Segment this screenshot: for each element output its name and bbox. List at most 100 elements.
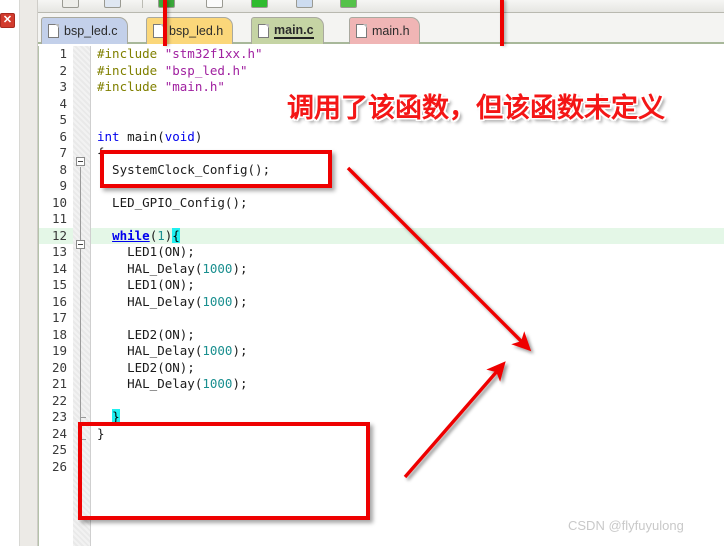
code-line-text: #include "main.h" [91,79,225,94]
blue-doc-icon[interactable] [296,0,313,8]
line-number: 11 [51,211,67,226]
code-line-text: HAL_Delay(1000); [91,343,247,358]
line-number: 21 [51,376,67,391]
line-number: 25 [51,442,67,457]
dropdown-icon[interactable] [62,0,79,8]
line-number: 12 [39,227,73,244]
code-line[interactable]: } [91,409,724,426]
code-token: "main.h" [164,79,225,94]
code-line-text: LED2(ON); [91,360,195,375]
tab-bsp_led-h[interactable]: bsp_led.h [146,17,234,44]
code-line-text: HAL_Delay(1000); [91,293,247,309]
code-line[interactable]: #include "main.h" [91,79,724,96]
editor-tab-bar[interactable]: bsp_led.c bsp_led.h main.c main.h [38,13,724,44]
code-editor[interactable]: 1 2 3 4 5 6 7 8 9 10 11 12 13 14 15 16 17 18 19 20 21 22 23 24 2… [38,46,724,546]
code-token: } [97,425,105,441]
code-line-text: } [91,409,120,424]
code-line[interactable] [91,442,724,459]
code-token: int [97,128,120,144]
code-line-text: #include "bsp_led.h" [91,63,248,78]
code-token: HAL_Delay( [97,293,203,309]
code-line[interactable]: #include "stm32f1xx.h" [91,46,724,63]
code-line-text: int main(void) [91,129,202,144]
tab-label: main.h [372,24,410,38]
code-line-text: while(1){ [91,227,180,243]
code-token: #include [97,79,165,94]
code-token: 1000 [202,343,233,358]
line-number: 17 [51,310,67,325]
code-token: 1000 [202,376,233,391]
line-number: 7 [59,145,67,160]
tab-bsp_led-c[interactable]: bsp_led.c [41,17,128,44]
code-token: 1 [157,227,165,243]
h-file-icon [153,24,164,38]
code-line[interactable] [91,112,724,129]
code-line[interactable]: HAL_Delay(1000); [91,294,724,311]
code-line-text: HAL_Delay(1000); [91,376,248,391]
code-line[interactable]: int main(void) [91,129,724,146]
line-number: 18 [51,326,67,342]
left-rail [0,0,20,546]
line-number: 4 [59,95,67,111]
line-number: 22 [51,392,67,408]
code-line[interactable]: LED1(ON); [91,244,724,261]
fold-range-end [80,439,86,440]
code-line[interactable]: { [91,145,724,162]
code-line[interactable]: HAL_Delay(1000); [91,376,724,393]
code-line[interactable] [91,178,724,195]
line-number: 8 [59,161,67,177]
code-token: { [172,227,180,243]
code-text-area[interactable]: #include "stm32f1xx.h" #include "bsp_led.… [91,46,724,546]
green-down-arrow-icon[interactable] [251,0,268,8]
fold-toggle-icon[interactable] [76,157,85,166]
code-line[interactable]: SystemClock_Config(); [91,162,724,179]
line-number: 20 [51,359,67,375]
code-token: ) [194,128,203,144]
tab-main-c[interactable]: main.c [251,17,324,44]
code-token: LED2(ON); [97,359,195,375]
code-folding-gutter[interactable] [73,46,91,546]
code-token: void [164,128,195,144]
line-number: 14 [51,260,67,276]
code-line-text: SystemClock_Config(); [91,162,270,177]
code-token: ); [232,376,248,391]
code-line[interactable]: LED1(ON); [91,277,724,294]
code-line[interactable] [91,96,724,113]
line-number: 16 [51,293,67,309]
window-icon[interactable] [158,0,175,8]
code-line[interactable]: while(1){ [91,227,724,244]
line-number: 10 [51,194,67,210]
code-line[interactable] [91,310,724,327]
code-token: LED_GPIO_Config(); [97,194,248,210]
code-line[interactable]: LED2(ON); [91,327,724,344]
code-line[interactable]: LED2(ON); [91,360,724,377]
line-number: 26 [51,458,67,474]
tab-label: main.c [274,23,314,39]
code-line-text: } [91,426,105,441]
close-icon[interactable]: ✕ [0,13,15,28]
build-icon[interactable] [340,0,357,8]
code-line[interactable] [91,393,724,410]
tab-main-h[interactable]: main.h [349,17,420,44]
tab-label: bsp_led.h [169,24,224,38]
code-line[interactable]: LED_GPIO_Config(); [91,195,724,212]
code-token: } [112,409,120,424]
code-line[interactable]: HAL_Delay(1000); [91,343,724,360]
code-line[interactable]: #include "bsp_led.h" [91,63,724,80]
code-line-text: LED2(ON); [91,327,195,342]
code-line[interactable]: } [91,426,724,443]
fold-toggle-icon[interactable] [76,240,85,249]
code-token: SystemClock_Config(); [97,161,271,177]
code-line[interactable] [91,211,724,228]
code-token: HAL_Delay( [97,343,203,358]
blank-icon[interactable] [206,0,223,8]
toolbar[interactable] [38,0,724,13]
code-line[interactable]: HAL_Delay(1000); [91,261,724,278]
binoculars-icon[interactable] [104,0,121,8]
code-line[interactable] [91,459,724,476]
